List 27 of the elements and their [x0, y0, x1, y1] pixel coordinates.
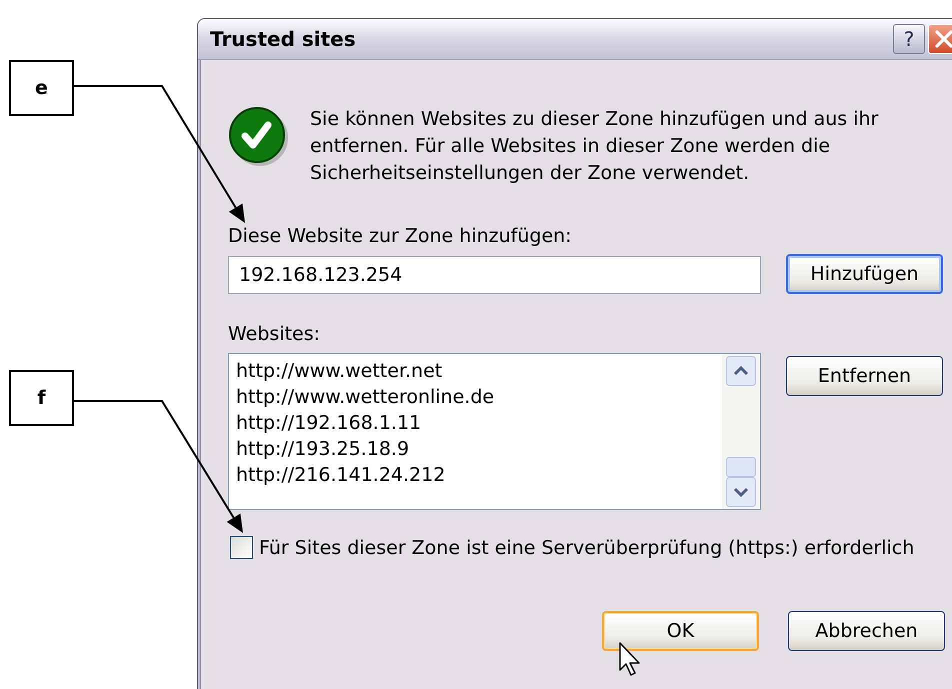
checkmark-icon	[228, 106, 290, 168]
window-title: Trusted sites	[210, 27, 357, 51]
ok-button[interactable]: OK	[602, 611, 759, 651]
cancel-button[interactable]: Abbrechen	[788, 611, 945, 651]
help-button[interactable]: ?	[893, 24, 925, 54]
field-label: Diese Website zur Zone hinzufügen:	[228, 225, 573, 247]
list-label: Websites:	[228, 323, 322, 345]
list-item[interactable]: http://www.wetter.net	[236, 358, 722, 384]
scroll-up-icon[interactable]	[726, 356, 756, 386]
scroll-thumb[interactable]	[726, 457, 756, 477]
scroll-down-icon[interactable]	[726, 477, 756, 507]
callout-label: f	[9, 370, 74, 426]
close-button[interactable]	[928, 24, 952, 54]
url-input-field[interactable]: 192.168.123.254	[228, 256, 761, 294]
list-item[interactable]: http://216.141.24.212	[236, 462, 722, 488]
callout-label: e	[9, 60, 74, 116]
list-item[interactable]: http://192.168.1.11	[236, 410, 722, 436]
scrollbar[interactable]	[722, 354, 760, 509]
list-item[interactable]: http://www.wetteronline.de	[236, 384, 722, 410]
mouse-pointer-icon	[619, 642, 641, 676]
list-item[interactable]: http://193.25.18.9	[236, 436, 722, 462]
add-button[interactable]: Hinzufügen	[786, 254, 943, 294]
websites-list[interactable]: http://www.wetter.net http://www.wetteronline.de http://192.168.1.11 http://193.25.18.9 http://216.141.24.212	[228, 353, 761, 510]
remove-button[interactable]: Entfernen	[786, 356, 943, 396]
checkbox-label: Für Sites dieser Zone ist eine Serverüberprüfung (https:) erforderlich	[259, 536, 914, 558]
description-text: Sie können Websites zu dieser Zone hinzufügen und aus ihr entfernen. Für alle Websites in dieser Zone werden die Sicherheitseinstellungen der Zone verwendet.	[310, 107, 880, 186]
checkbox[interactable]	[230, 536, 253, 559]
